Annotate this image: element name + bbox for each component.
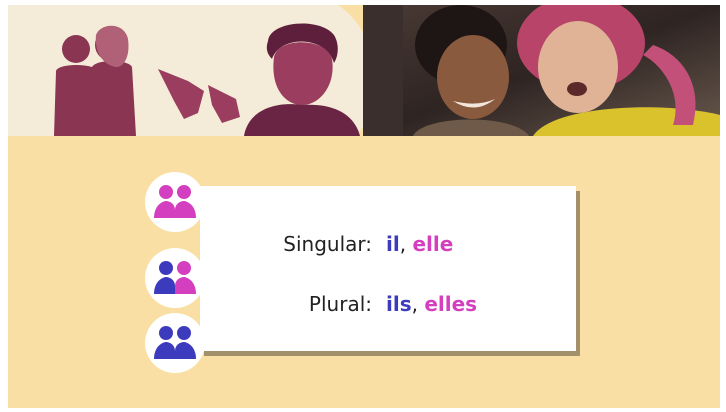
pronoun-ils: ils (386, 292, 412, 316)
plural-row: Plural: ils, elles (200, 288, 576, 322)
two-men-group-icon (145, 313, 205, 373)
two-women-group-icon (145, 172, 205, 232)
pronoun-separator: , (411, 292, 418, 316)
singular-row: Singular: il, elle (200, 228, 576, 262)
video-frame: Singular: il, elle Plural: ils, elles (8, 5, 720, 408)
singular-label: Singular: (283, 232, 372, 256)
students-photo (363, 5, 720, 136)
plural-label: Plural: (308, 292, 372, 316)
pronoun-il: il (386, 232, 400, 256)
pronoun-elle: elle (412, 232, 454, 256)
singular-pronouns: il, elle (386, 232, 453, 256)
pronoun-elles: elles (424, 292, 478, 316)
plural-pronouns: ils, elles (386, 292, 477, 316)
mixed-group-icon (145, 248, 205, 308)
pronoun-separator: , (399, 232, 407, 256)
header-banner (8, 5, 720, 136)
pronoun-card: Singular: il, elle Plural: ils, elles (200, 186, 576, 351)
